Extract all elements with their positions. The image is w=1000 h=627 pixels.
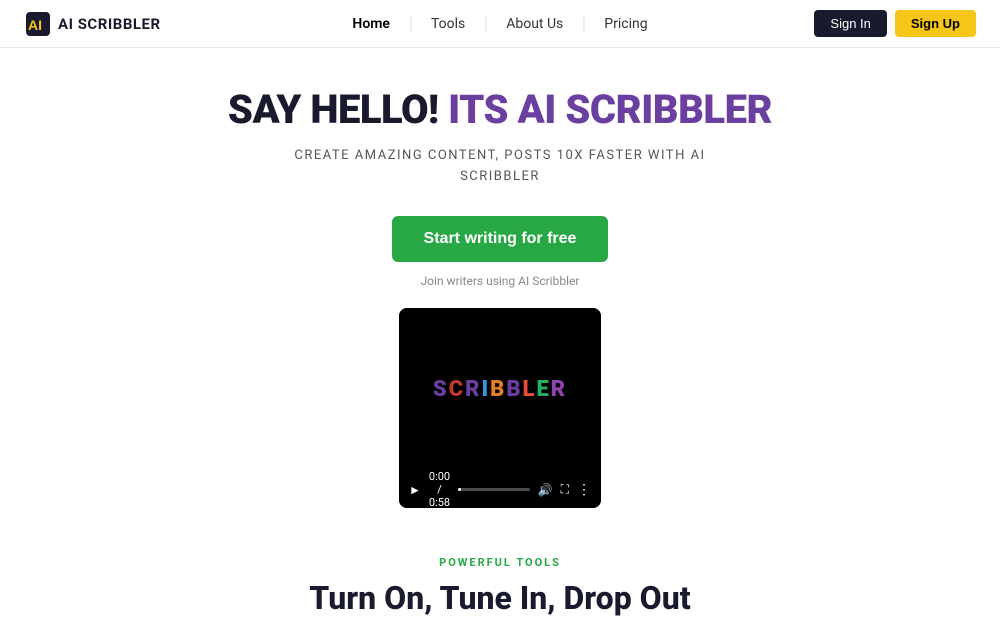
fullscreen-button[interactable]: ⛶: [561, 482, 569, 497]
svg-text:AI: AI: [28, 17, 42, 33]
video-player[interactable]: SCRIBBLER ► 0:00 / 0:58 🔊 ⛶ ⋮: [399, 308, 601, 508]
hero-subtitle: CREATE AMAZING CONTENT, POSTS 10X FASTER…: [294, 146, 705, 188]
nav-tools[interactable]: Tools: [411, 16, 486, 32]
signin-button[interactable]: Sign In: [814, 10, 886, 37]
hero-section: SAY HELLO! ITS AI SCRIBBLER CREATE AMAZI…: [0, 48, 1000, 528]
progress-fill: [458, 488, 461, 491]
nav-home[interactable]: Home: [332, 16, 411, 32]
navbar-actions: Sign In Sign Up: [814, 10, 976, 37]
section-label: POWERFUL TOOLS: [20, 556, 980, 569]
video-time: 0:00 / 0:58: [429, 470, 450, 508]
volume-button[interactable]: 🔊: [538, 483, 553, 497]
play-button[interactable]: ►: [409, 483, 421, 497]
tools-section: POWERFUL TOOLS Turn On, Tune In, Drop Ou…: [0, 528, 1000, 627]
hero-subtitle-line2: SCRIBBLER: [460, 169, 540, 184]
hero-sub-text: Join writers using AI Scribbler: [421, 274, 580, 288]
section-title: Turn On, Tune In, Drop Out: [20, 579, 980, 617]
navbar-links: Home Tools About Us Pricing: [332, 16, 667, 32]
logo: AI AI SCRIBBLER: [24, 10, 161, 38]
logo-icon: AI: [24, 10, 52, 38]
more-button[interactable]: ⋮: [577, 482, 591, 498]
cta-button[interactable]: Start writing for free: [392, 216, 609, 262]
nav-about[interactable]: About Us: [486, 16, 584, 32]
signup-button[interactable]: Sign Up: [895, 10, 976, 37]
hero-subtitle-line1: CREATE AMAZING CONTENT, POSTS 10X FASTER…: [294, 148, 705, 163]
hero-title: SAY HELLO! ITS AI SCRIBBLER: [228, 88, 772, 132]
video-content: SCRIBBLER: [399, 308, 601, 472]
nav-pricing[interactable]: Pricing: [584, 16, 667, 32]
video-logo: SCRIBBLER: [433, 377, 567, 402]
hero-title-black: SAY HELLO!: [228, 86, 439, 133]
video-controls: ► 0:00 / 0:58 🔊 ⛶ ⋮: [399, 472, 601, 508]
logo-text: AI SCRIBBLER: [58, 15, 161, 33]
progress-bar[interactable]: [458, 488, 530, 491]
navbar: AI AI SCRIBBLER Home Tools About Us Pric…: [0, 0, 1000, 48]
hero-title-purple: ITS AI SCRIBBLER: [448, 86, 772, 133]
